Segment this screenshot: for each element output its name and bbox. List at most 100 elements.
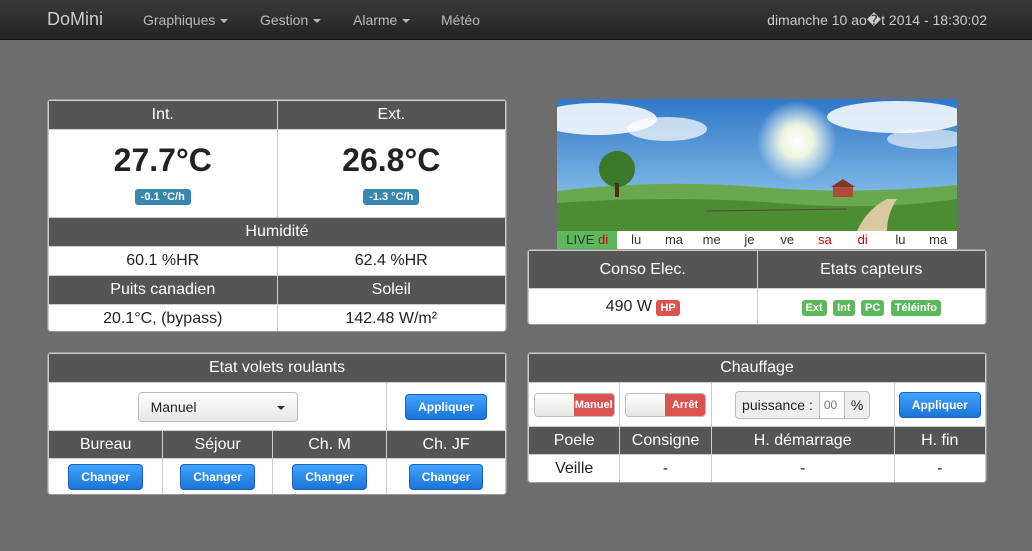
demarrage-value: - xyxy=(710,454,895,482)
puissance-cell: puissance :% xyxy=(710,382,895,427)
sensor-badge-int: Int xyxy=(833,300,855,316)
fin-value: - xyxy=(893,454,986,482)
chevron-down-icon xyxy=(276,405,285,410)
ext-header: Ext. xyxy=(276,100,506,130)
puissance-label: puissance : xyxy=(742,396,813,413)
change-chjf-button[interactable]: Changer xyxy=(408,464,484,490)
nav-meteo[interactable]: Météo xyxy=(441,12,480,28)
mode-toggle-label: Manuel xyxy=(573,393,614,416)
sensor-badge-pc: PC xyxy=(861,300,885,316)
power-toggle-label: Arrêt xyxy=(665,393,706,416)
forecast-day[interactable]: di xyxy=(844,231,882,249)
chjf-cell: Changer xyxy=(386,458,506,494)
chauffage-apply-button[interactable]: Appliquer xyxy=(898,391,981,418)
nav-graphiques[interactable]: Graphiques xyxy=(143,12,229,28)
forecast-day[interactable]: sa xyxy=(806,231,844,249)
weather-image[interactable] xyxy=(557,99,957,231)
room-header-sejour: Séjour xyxy=(162,430,273,459)
room-header-chm: Ch. M xyxy=(271,430,388,459)
forecast-day[interactable]: me xyxy=(693,231,731,249)
puissance-group: puissance :% xyxy=(735,390,871,419)
volets-panel: Etat volets roulants Manuel Appliquer Bu… xyxy=(47,352,507,495)
nav-graphiques-label: Graphiques xyxy=(143,12,216,28)
volets-apply-cell: Appliquer xyxy=(386,382,506,431)
forecast-day[interactable]: je xyxy=(731,231,769,249)
navbar: DoMini Graphiques Gestion Alarme Météo d… xyxy=(0,0,1032,40)
room-header-chjf: Ch. JF xyxy=(386,430,506,459)
chauffage-panel: Chauffage Manuel Arrêt puissance :% Appl… xyxy=(527,352,987,483)
datetime: dimanche 10 ao�t 2014 - 18:30:02 xyxy=(767,12,987,28)
toggle-knob xyxy=(626,393,668,416)
capteurs-cell: Ext Int PC Téléinfo xyxy=(756,288,986,324)
volets-apply-button[interactable]: Appliquer xyxy=(405,393,488,420)
percent-addon: % xyxy=(850,396,864,413)
chm-cell: Changer xyxy=(271,458,388,494)
puissance-input[interactable] xyxy=(818,391,845,418)
nav-gestion[interactable]: Gestion xyxy=(260,12,322,28)
sejour-cell: Changer xyxy=(162,458,273,494)
forecast-day[interactable]: lu xyxy=(882,231,920,249)
mode-toggle[interactable]: Manuel xyxy=(533,392,615,417)
int-temperature: 27.7°C xyxy=(113,142,212,178)
nav-meteo-label: Météo xyxy=(441,12,480,28)
consigne-value: - xyxy=(619,454,712,482)
int-trend-badge: -0.1 °C/h xyxy=(134,189,191,205)
forecast-days: LIVE di lu ma me je ve sa di lu ma xyxy=(557,231,957,249)
chauffage-apply-cell: Appliquer xyxy=(893,382,986,427)
int-humidity: 60.1 %HR xyxy=(48,246,278,276)
ext-trend-badge: -1.3 °C/h xyxy=(363,189,420,205)
puits-header: Puits canadien xyxy=(48,275,278,305)
consigne-header: Consigne xyxy=(619,426,712,455)
chauffage-title: Chauffage xyxy=(528,353,986,383)
ext-temp-cell: 26.8°C -1.3 °C/h xyxy=(276,129,506,218)
conso-cell: 490 W HP xyxy=(528,288,758,324)
toggle-knob xyxy=(534,393,576,416)
conso-panel: Conso Elec. Etats capteurs 490 W HP Ext … xyxy=(527,249,987,325)
nav-alarme[interactable]: Alarme xyxy=(353,12,411,28)
change-chm-button[interactable]: Changer xyxy=(292,464,367,490)
volets-mode-cell: Manuel xyxy=(48,382,388,431)
brand-logo[interactable]: DoMini xyxy=(47,9,103,30)
poele-header: Poele xyxy=(528,426,621,455)
conso-value: 490 W xyxy=(605,298,652,315)
conso-header: Conso Elec. xyxy=(528,250,758,289)
volets-title: Etat volets roulants xyxy=(48,353,506,383)
chevron-down-icon xyxy=(313,19,322,24)
sensor-badge-ext: Ext xyxy=(801,300,827,316)
ext-temperature: 26.8°C xyxy=(342,142,441,178)
humidity-header: Humidité xyxy=(48,217,506,247)
puits-value: 20.1°C, (bypass) xyxy=(48,304,278,331)
capteurs-header: Etats capteurs xyxy=(756,250,986,289)
live-label: LIVE xyxy=(566,232,595,247)
forecast-day[interactable]: ma xyxy=(919,231,957,249)
sensor-badge-teleinfo: Téléinfo xyxy=(890,300,941,316)
hp-badge: HP xyxy=(656,300,680,316)
soleil-header: Soleil xyxy=(276,275,506,305)
toggle1-cell: Manuel xyxy=(528,382,621,427)
live-day: di xyxy=(598,232,609,247)
change-bureau-button[interactable]: Changer xyxy=(68,464,143,490)
forecast-day[interactable]: ve xyxy=(768,231,806,249)
ext-humidity: 62.4 %HR xyxy=(276,246,506,276)
int-header: Int. xyxy=(48,100,278,130)
demarrage-header: H. démarrage xyxy=(710,426,895,455)
poele-value: Veille xyxy=(528,454,621,482)
room-header-bureau: Bureau xyxy=(48,430,164,459)
soleil-value: 142.48 W/m² xyxy=(276,304,506,331)
change-sejour-button[interactable]: Changer xyxy=(180,464,255,490)
forecast-live[interactable]: LIVE di xyxy=(557,231,618,249)
fin-header: H. fin xyxy=(893,426,986,455)
int-temp-cell: 27.7°C -0.1 °C/h xyxy=(48,129,278,218)
nav-gestion-label: Gestion xyxy=(260,12,309,28)
bureau-cell: Changer xyxy=(48,458,164,494)
volets-mode-select[interactable]: Manuel xyxy=(137,391,298,422)
power-toggle[interactable]: Arrêt xyxy=(625,392,707,417)
toggle2-cell: Arrêt xyxy=(619,382,712,427)
chevron-down-icon xyxy=(402,19,411,24)
temperature-panel: Int. Ext. 27.7°C -0.1 °C/h 26.8°C -1.3 °… xyxy=(47,99,507,332)
nav-alarme-label: Alarme xyxy=(353,12,398,28)
forecast-day[interactable]: ma xyxy=(655,231,693,249)
forecast-day[interactable]: lu xyxy=(617,231,655,249)
volets-mode-value: Manuel xyxy=(150,398,197,415)
chevron-down-icon xyxy=(220,19,229,24)
